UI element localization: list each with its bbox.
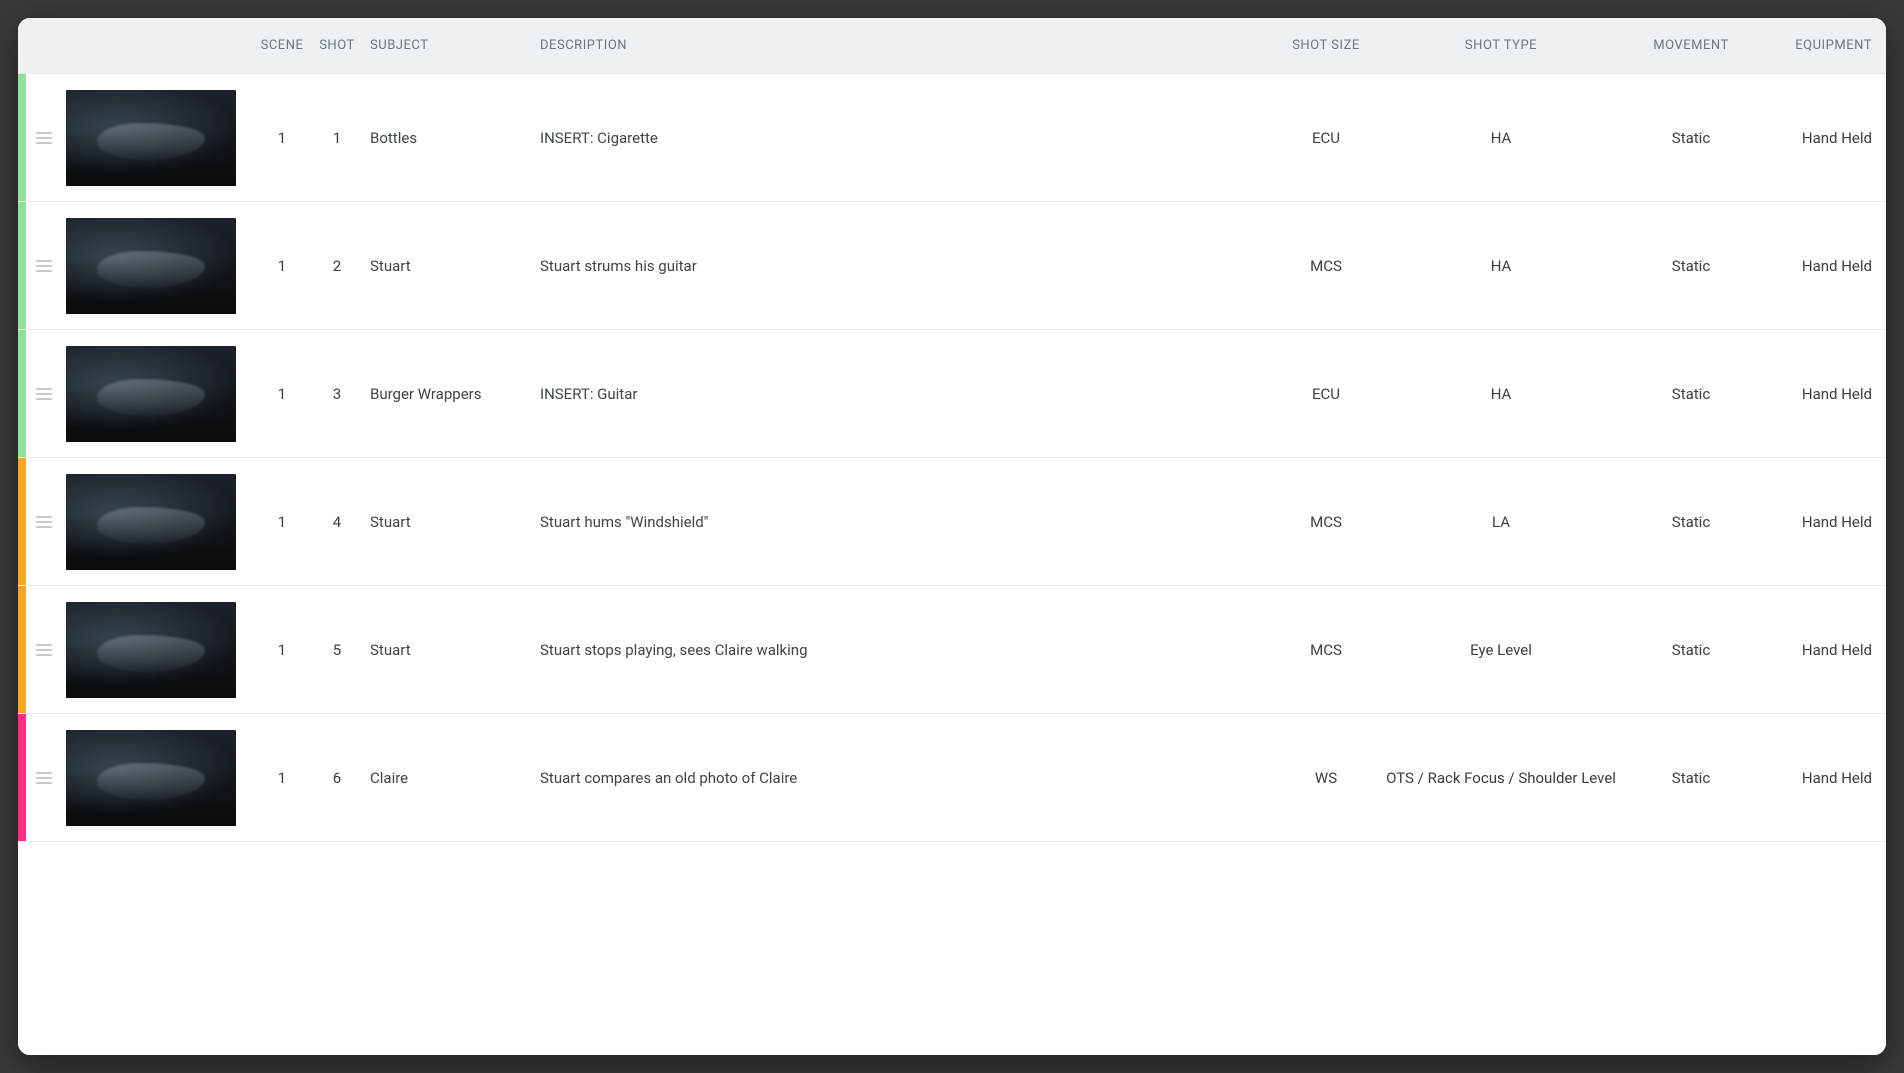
- cell-description[interactable]: Stuart stops playing, sees Claire walkin…: [532, 641, 1266, 659]
- drag-handle-icon[interactable]: [36, 772, 52, 784]
- cell-equipment[interactable]: Hand Held: [1766, 385, 1886, 403]
- cell-shot-size[interactable]: ECU: [1266, 129, 1386, 147]
- color-strip: [18, 74, 26, 201]
- cell-shot-type[interactable]: Eye Level: [1386, 641, 1616, 659]
- drag-handle-cell: [26, 132, 62, 144]
- drag-handle-cell: [26, 516, 62, 528]
- shot-rows-container[interactable]: 11BottlesINSERT: CigaretteECUHAStaticHan…: [18, 74, 1886, 1055]
- cell-description[interactable]: INSERT: Guitar: [532, 385, 1266, 403]
- shot-thumbnail[interactable]: [66, 346, 236, 442]
- color-strip: [18, 458, 26, 585]
- shot-row[interactable]: 11BottlesINSERT: CigaretteECUHAStaticHan…: [18, 74, 1886, 202]
- cell-shot: 6: [312, 769, 362, 787]
- cell-shot-type[interactable]: HA: [1386, 257, 1616, 275]
- cell-subject[interactable]: Stuart: [362, 257, 532, 275]
- column-header-row: SCENE SHOT SUBJECT DESCRIPTION SHOT SIZE…: [18, 18, 1886, 74]
- shot-thumbnail[interactable]: [66, 218, 236, 314]
- shot-row[interactable]: 15StuartStuart stops playing, sees Clair…: [18, 586, 1886, 714]
- cell-equipment[interactable]: Hand Held: [1766, 129, 1886, 147]
- thumbnail-cell: [62, 474, 252, 570]
- column-header-shot[interactable]: SHOT: [312, 38, 362, 53]
- shot-row[interactable]: 13Burger WrappersINSERT: GuitarECUHAStat…: [18, 330, 1886, 458]
- cell-movement[interactable]: Static: [1616, 385, 1766, 403]
- cell-scene: 1: [252, 769, 312, 787]
- cell-equipment[interactable]: Hand Held: [1766, 513, 1886, 531]
- cell-description[interactable]: Stuart strums his guitar: [532, 257, 1266, 275]
- cell-shot-size[interactable]: ECU: [1266, 385, 1386, 403]
- cell-shot: 3: [312, 385, 362, 403]
- column-header-scene[interactable]: SCENE: [252, 38, 312, 53]
- cell-shot-size[interactable]: MCS: [1266, 513, 1386, 531]
- cell-shot-type[interactable]: HA: [1386, 385, 1616, 403]
- cell-subject[interactable]: Stuart: [362, 513, 532, 531]
- cell-subject[interactable]: Burger Wrappers: [362, 385, 532, 403]
- drag-handle-cell: [26, 260, 62, 272]
- shot-thumbnail[interactable]: [66, 90, 236, 186]
- drag-handle-icon[interactable]: [36, 132, 52, 144]
- cell-shot: 5: [312, 641, 362, 659]
- shot-row[interactable]: 16ClaireStuart compares an old photo of …: [18, 714, 1886, 842]
- shot-thumbnail[interactable]: [66, 602, 236, 698]
- drag-handle-icon[interactable]: [36, 516, 52, 528]
- cell-subject[interactable]: Stuart: [362, 641, 532, 659]
- cell-shot-type[interactable]: OTS / Rack Focus / Shoulder Level: [1386, 769, 1616, 787]
- cell-subject[interactable]: Bottles: [362, 129, 532, 147]
- thumbnail-cell: [62, 218, 252, 314]
- shot-thumbnail[interactable]: [66, 474, 236, 570]
- cell-movement[interactable]: Static: [1616, 257, 1766, 275]
- shot-row[interactable]: 14StuartStuart hums "Windshield"MCSLASta…: [18, 458, 1886, 586]
- color-strip: [18, 330, 26, 457]
- thumbnail-cell: [62, 90, 252, 186]
- column-header-shot-size[interactable]: SHOT SIZE: [1266, 38, 1386, 53]
- cell-shot-size[interactable]: WS: [1266, 769, 1386, 787]
- cell-subject[interactable]: Claire: [362, 769, 532, 787]
- cell-movement[interactable]: Static: [1616, 769, 1766, 787]
- cell-scene: 1: [252, 257, 312, 275]
- cell-shot-type[interactable]: LA: [1386, 513, 1616, 531]
- column-header-equipment[interactable]: EQUIPMENT: [1766, 38, 1886, 53]
- cell-shot: 2: [312, 257, 362, 275]
- cell-shot-size[interactable]: MCS: [1266, 641, 1386, 659]
- cell-shot-type[interactable]: HA: [1386, 129, 1616, 147]
- cell-equipment[interactable]: Hand Held: [1766, 257, 1886, 275]
- cell-description[interactable]: Stuart hums "Windshield": [532, 513, 1266, 531]
- cell-scene: 1: [252, 129, 312, 147]
- drag-handle-icon[interactable]: [36, 388, 52, 400]
- cell-shot: 1: [312, 129, 362, 147]
- thumbnail-cell: [62, 346, 252, 442]
- column-header-subject[interactable]: SUBJECT: [362, 38, 532, 53]
- color-strip: [18, 202, 26, 329]
- cell-shot-size[interactable]: MCS: [1266, 257, 1386, 275]
- color-strip: [18, 714, 26, 841]
- cell-movement[interactable]: Static: [1616, 641, 1766, 659]
- cell-scene: 1: [252, 513, 312, 531]
- cell-scene: 1: [252, 641, 312, 659]
- cell-scene: 1: [252, 385, 312, 403]
- drag-handle-icon[interactable]: [36, 260, 52, 272]
- cell-movement[interactable]: Static: [1616, 513, 1766, 531]
- shot-row[interactable]: 12StuartStuart strums his guitarMCSHASta…: [18, 202, 1886, 330]
- cell-equipment[interactable]: Hand Held: [1766, 641, 1886, 659]
- cell-movement[interactable]: Static: [1616, 129, 1766, 147]
- thumbnail-cell: [62, 602, 252, 698]
- column-header-movement[interactable]: MOVEMENT: [1616, 38, 1766, 53]
- column-header-shot-type[interactable]: SHOT TYPE: [1386, 38, 1616, 53]
- column-header-description[interactable]: DESCRIPTION: [532, 38, 1266, 53]
- drag-handle-cell: [26, 388, 62, 400]
- drag-handle-icon[interactable]: [36, 644, 52, 656]
- shot-thumbnail[interactable]: [66, 730, 236, 826]
- cell-shot: 4: [312, 513, 362, 531]
- color-strip: [18, 586, 26, 713]
- drag-handle-cell: [26, 644, 62, 656]
- cell-description[interactable]: INSERT: Cigarette: [532, 129, 1266, 147]
- cell-equipment[interactable]: Hand Held: [1766, 769, 1886, 787]
- thumbnail-cell: [62, 730, 252, 826]
- drag-handle-cell: [26, 772, 62, 784]
- shot-list-window: SCENE SHOT SUBJECT DESCRIPTION SHOT SIZE…: [18, 18, 1886, 1055]
- cell-description[interactable]: Stuart compares an old photo of Claire: [532, 769, 1266, 787]
